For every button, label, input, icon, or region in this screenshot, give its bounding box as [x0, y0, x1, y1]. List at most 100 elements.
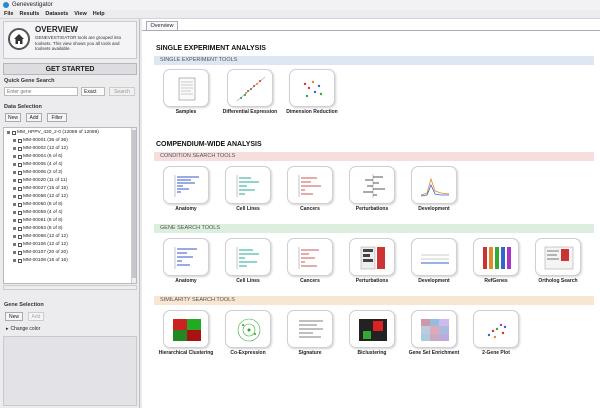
expand-icon[interactable]: [13, 235, 16, 238]
checkbox-icon[interactable]: [18, 162, 22, 167]
tool-samples[interactable]: Samples: [158, 69, 214, 115]
tree-item[interactable]: MM-00027 (15 of 15): [13, 186, 68, 191]
tree-item[interactable]: MM-00020 (11 of 11): [13, 178, 67, 183]
tree-item[interactable]: MM-00107 (20 of 20): [13, 250, 68, 255]
tool-2-gene-plot[interactable]: 2-Gene Plot: [468, 310, 524, 356]
tool-signature[interactable]: Signature: [282, 310, 338, 356]
tool-gene-cancers[interactable]: Cancers: [282, 238, 338, 284]
checkbox-icon[interactable]: [18, 170, 22, 175]
expand-icon[interactable]: [13, 227, 16, 230]
tool-co-expression[interactable]: Co-Expression: [220, 310, 276, 356]
scrollbar-thumb[interactable]: [132, 130, 136, 278]
tree-root[interactable]: MM_HPPV_430_2-0 (12089 of 12089): [7, 130, 99, 135]
tree-item[interactable]: MM-00050 (8 of 8): [13, 202, 62, 207]
expand-icon[interactable]: [13, 163, 16, 166]
checkbox-icon[interactable]: [18, 194, 22, 199]
match-mode-select[interactable]: Exact: [81, 87, 105, 96]
tool-condition-perturbations[interactable]: Perturbations: [344, 166, 400, 212]
tool-hierarchical-clustering[interactable]: Hierarchical Clustering: [158, 310, 214, 356]
checkbox-icon[interactable]: [18, 146, 22, 151]
collapse-icon[interactable]: [7, 131, 10, 134]
change-color-toggle[interactable]: ▸ Change color: [6, 326, 40, 332]
tool-condition-development[interactable]: Development: [406, 166, 462, 212]
tool-condition-cancers[interactable]: Cancers: [282, 166, 338, 212]
tool-gene-development[interactable]: Development: [406, 238, 462, 284]
expand-icon[interactable]: [13, 259, 16, 262]
expand-icon[interactable]: [13, 251, 16, 254]
cancers-icon: [287, 166, 333, 204]
expand-icon[interactable]: [13, 187, 16, 190]
tree-item[interactable]: MM-00108 (16 of 16): [13, 258, 68, 263]
tool-dimension-reduction[interactable]: Dimension Reduction: [284, 69, 340, 115]
tool-gene-anatomy[interactable]: Anatomy: [158, 238, 214, 284]
checkbox-icon[interactable]: [18, 178, 22, 183]
checkbox-icon[interactable]: [18, 186, 22, 191]
data-add-button[interactable]: Add: [26, 113, 42, 122]
dataset-tree[interactable]: MM_HPPV_430_2-0 (12089 of 12089) MM-0000…: [3, 127, 137, 284]
tree-item[interactable]: MM-00004 (6 of 6): [13, 154, 62, 159]
expand-icon[interactable]: [13, 243, 16, 246]
gene-add-button[interactable]: Add: [28, 312, 44, 321]
checkbox-icon[interactable]: [18, 258, 22, 263]
checkbox-icon[interactable]: [18, 138, 22, 143]
data-filter-button[interactable]: Filter: [47, 113, 67, 122]
menu-file[interactable]: File: [4, 11, 13, 17]
expand-icon[interactable]: [13, 195, 16, 198]
tree-scrollbar[interactable]: [131, 128, 136, 283]
search-button[interactable]: Search: [109, 87, 135, 96]
tree-item[interactable]: MM-00059 (4 of 4): [13, 210, 62, 215]
tree-item[interactable]: MM-00001 (36 of 36): [13, 138, 68, 143]
expand-icon[interactable]: [13, 171, 16, 174]
checkbox-icon[interactable]: [18, 242, 22, 247]
tool-biclustering[interactable]: Biclustering: [344, 310, 400, 356]
tree-item[interactable]: MM-00006 (2 of 2): [13, 170, 62, 175]
gene-new-button[interactable]: New: [5, 312, 23, 321]
menu-view[interactable]: View: [74, 11, 86, 17]
expand-icon[interactable]: [13, 147, 16, 150]
main-panel: Overview SINGLE EXPERIMENT ANALYSIS SING…: [142, 19, 600, 408]
tree-item[interactable]: MM-00106 (12 of 12): [13, 242, 68, 247]
tool-gene-refgenes[interactable]: RefGenes: [468, 238, 524, 284]
home-icon: [14, 34, 24, 44]
tool-differential-expression[interactable]: Differential Expression: [222, 69, 278, 115]
tree-item-label: MM-00050 (8 of 8): [23, 202, 63, 207]
tree-horizontal-scrollbar[interactable]: [3, 285, 137, 290]
tool-condition-anatomy[interactable]: Anatomy: [158, 166, 214, 212]
tree-item[interactable]: MM-00002 (12 of 12): [13, 146, 68, 151]
tab-overview[interactable]: Overview: [146, 21, 178, 30]
menu-datasets[interactable]: Datasets: [45, 11, 68, 17]
tool-gene-ortholog-search[interactable]: Ortholog Search: [530, 238, 586, 284]
data-new-button[interactable]: New: [5, 113, 21, 122]
checkbox-icon[interactable]: [18, 226, 22, 231]
tool-gene-set-enrichment[interactable]: Gene Set Enrichment: [406, 310, 462, 356]
change-color-label: Change color: [10, 326, 41, 332]
expand-icon[interactable]: [13, 139, 16, 142]
checkbox-icon[interactable]: [18, 218, 22, 223]
checkbox-icon[interactable]: [18, 250, 22, 255]
tool-gene-cell-lines[interactable]: Cell Lines: [220, 238, 276, 284]
tree-item[interactable]: MM-00068 (12 of 12): [13, 234, 68, 239]
tree-item[interactable]: MM-00058 (12 of 12): [13, 194, 68, 199]
tool-gene-perturbations[interactable]: Perturbations: [344, 238, 400, 284]
checkbox-icon[interactable]: [12, 130, 16, 135]
expand-icon[interactable]: [13, 179, 16, 182]
home-button[interactable]: [8, 28, 30, 50]
checkbox-icon[interactable]: [18, 154, 22, 159]
expand-icon[interactable]: [13, 211, 16, 214]
menu-help[interactable]: Help: [93, 11, 105, 17]
expand-icon[interactable]: [13, 155, 16, 158]
tool-condition-cell-lines[interactable]: Cell Lines: [220, 166, 276, 212]
samples-icon: [163, 69, 209, 107]
tree-item[interactable]: MM-00005 (4 of 4): [13, 162, 62, 167]
gene-search-input[interactable]: [4, 87, 78, 96]
tree-item[interactable]: MM-00063 (8 of 8): [13, 226, 62, 231]
checkbox-icon[interactable]: [18, 234, 22, 239]
checkbox-icon[interactable]: [18, 210, 22, 215]
expand-icon[interactable]: [13, 219, 16, 222]
get-started-button[interactable]: GET STARTED: [3, 63, 137, 75]
menu-results[interactable]: Results: [19, 11, 39, 17]
tree-item-label: MM-00004 (6 of 6): [23, 154, 63, 159]
expand-icon[interactable]: [13, 203, 16, 206]
tree-item[interactable]: MM-00061 (8 of 8): [13, 218, 62, 223]
checkbox-icon[interactable]: [18, 202, 22, 207]
